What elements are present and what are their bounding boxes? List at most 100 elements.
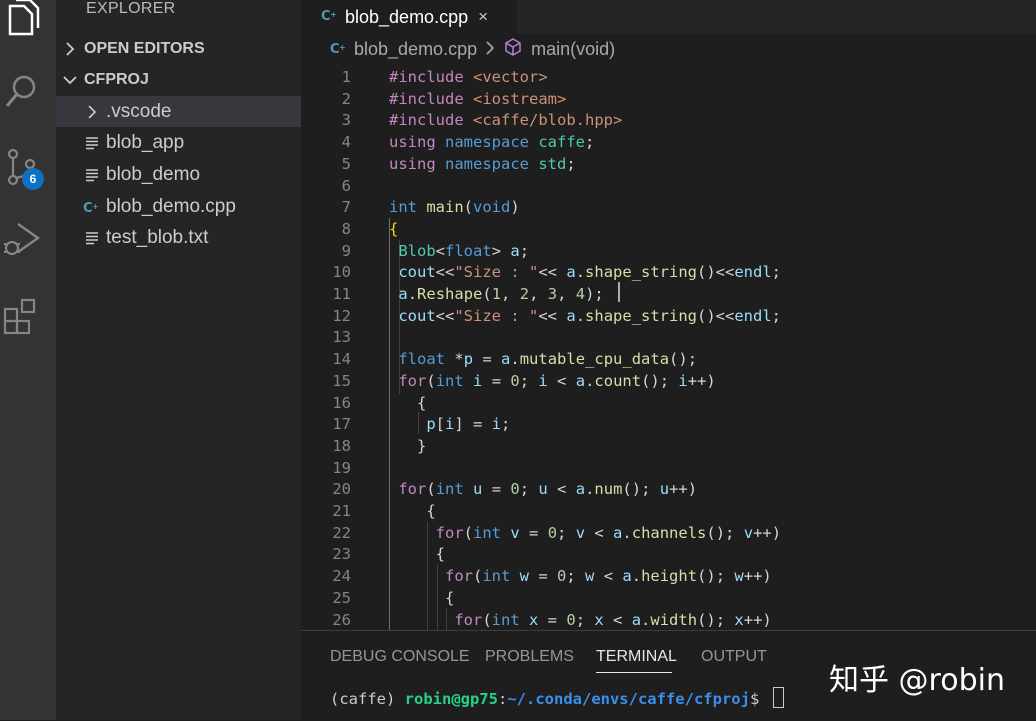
code-line[interactable]: 12 cout<<"Size : "<< a.shape_string()<<e…	[301, 305, 1036, 327]
tree-item-vscode[interactable]: .vscode	[56, 96, 301, 127]
code-line[interactable]: 20 for(int u = 0; u < a.num(); u++)	[301, 478, 1036, 500]
files-icon[interactable]	[0, 0, 44, 44]
code-line[interactable]: 9 Blob<float> a;	[301, 240, 1036, 262]
code-token: 0	[557, 567, 567, 586]
breadcrumb-symbol[interactable]: main(void)	[531, 39, 615, 60]
code-token: .	[575, 263, 586, 282]
code-token: v	[743, 523, 754, 542]
line-code: #include <vector>	[389, 66, 548, 88]
code-line[interactable]: 10 cout<<"Size : "<< a.shape_string()<<e…	[301, 261, 1036, 283]
line-code: using namespace caffe;	[389, 131, 594, 153]
code-line[interactable]: 22 for(int v = 0; v < a.channels(); v++)	[301, 522, 1036, 544]
code-line[interactable]: 4 using namespace caffe;	[301, 131, 1036, 153]
open-editors-section[interactable]: OPEN EDITORS	[56, 35, 301, 63]
code-line[interactable]: 18 }	[301, 435, 1036, 457]
code-token: for	[454, 610, 483, 629]
activity-bar: 6	[0, 0, 56, 720]
terminal-env: (caffe)	[330, 690, 405, 708]
terminal-user-host: robin@gp75	[404, 690, 498, 708]
tab-terminal[interactable]: TERMINAL	[596, 648, 677, 666]
code-token: u	[473, 480, 483, 499]
line-number: 2	[341, 89, 351, 108]
code-token: x	[734, 610, 744, 629]
code-line[interactable]: 6	[301, 175, 1036, 197]
code-line[interactable]: 16 {	[301, 392, 1036, 414]
chevron-right-icon	[56, 42, 84, 56]
explorer-title: EXPLORER	[86, 0, 176, 17]
code-line[interactable]: 13	[301, 326, 1036, 348]
search-icon[interactable]	[0, 70, 44, 114]
tree-item-blob-demo[interactable]: blob_demo	[56, 159, 301, 190]
tab-blob-demo-cpp[interactable]: C + blob_demo.cpp ×	[301, 0, 517, 34]
tab-output[interactable]: OUTPUT	[701, 648, 767, 666]
code-token: ;	[566, 154, 576, 173]
code-token: =	[538, 610, 567, 629]
code-token: std	[538, 154, 567, 173]
code-line[interactable]: 17 p[i] = i;	[301, 413, 1036, 435]
line-code: {	[389, 392, 426, 414]
code-token: a	[566, 306, 576, 325]
code-token: ++)	[687, 371, 716, 390]
code-token: =	[529, 567, 558, 586]
code-token: {	[389, 545, 445, 564]
code-token: float	[445, 241, 492, 260]
close-icon[interactable]: ×	[478, 7, 488, 27]
extensions-icon[interactable]	[0, 296, 44, 340]
watermark: 知乎 @robin	[829, 663, 1005, 698]
code-line[interactable]: 5 using namespace std;	[301, 153, 1036, 175]
project-section[interactable]: CFPROJ	[56, 66, 301, 94]
code-token: .	[622, 523, 632, 542]
code-line[interactable]: 26 for(int x = 0; x < a.width(); x++)	[301, 609, 1036, 631]
code-token: ();	[706, 523, 744, 542]
code-line[interactable]: 3 #include <caffe/blob.hpp>	[301, 109, 1036, 131]
code-token: =	[473, 350, 502, 369]
tab-bar: C + blob_demo.cpp ×	[301, 0, 1036, 34]
code-line[interactable]: 19	[301, 457, 1036, 479]
line-number: 9	[341, 241, 351, 260]
code-line[interactable]: 21 {	[301, 500, 1036, 522]
line-code: #include <caffe/blob.hpp>	[389, 109, 622, 131]
code-line[interactable]: 2 #include <iostream>	[301, 88, 1036, 110]
breadcrumb-file[interactable]: blob_demo.cpp	[354, 39, 477, 60]
line-number: 26	[332, 610, 351, 629]
code-token: ++)	[669, 480, 698, 499]
code-editor[interactable]: 1 #include <vector> 2 #include <iostream> 3 #…	[301, 64, 1036, 630]
code-token: namespace	[445, 154, 539, 173]
code-token: a	[510, 241, 520, 260]
tree-item-blob-demo-cpp[interactable]: C + blob_demo.cpp	[56, 191, 301, 222]
code-token: Reshape	[417, 285, 483, 303]
code-token: int	[435, 371, 474, 390]
code-token: i	[491, 415, 502, 434]
tab-debug-console[interactable]: DEBUG CONSOLE	[330, 648, 470, 666]
code-token: i	[678, 371, 688, 390]
code-token: a	[631, 610, 642, 629]
code-token: <<	[435, 306, 455, 325]
run-debug-icon[interactable]	[0, 218, 44, 262]
code-token: for	[445, 567, 473, 586]
code-token: i	[473, 371, 483, 390]
code-line[interactable]: 7 int main(void)	[301, 196, 1036, 218]
code-line[interactable]: 11 a.Reshape(1, 2, 3, 4);	[301, 283, 1036, 305]
tree-item-blob-app[interactable]: blob_app	[56, 127, 301, 158]
code-token: x	[594, 610, 604, 629]
line-number: 25	[332, 588, 351, 607]
tab-problems[interactable]: PROBLEMS	[485, 648, 574, 666]
code-line[interactable]: 24 for(int w = 0; w < a.height(); w++)	[301, 565, 1036, 587]
line-code: cout<<"Size : "<< a.shape_string()<<endl…	[389, 261, 781, 283]
code-line[interactable]: 25 {	[301, 587, 1036, 609]
line-code: for(int i = 0; i < a.count(); i++)	[389, 370, 716, 392]
code-line[interactable]: 1 #include <vector>	[301, 66, 1036, 88]
terminal-prompt[interactable]: (caffe) robin@gp75:~/.conda/envs/caffe/c…	[330, 687, 784, 708]
code-line[interactable]: 14 float *p = a.mutable_cpu_data();	[301, 348, 1036, 370]
code-token: .	[575, 306, 586, 325]
tree-item-test-blob-txt[interactable]: test_blob.txt	[56, 222, 301, 253]
code-token: int	[491, 610, 529, 629]
code-line[interactable]: 8{	[301, 218, 1036, 240]
code-token: 4	[575, 285, 586, 303]
line-number: 22	[332, 523, 351, 542]
chevron-right-icon	[82, 104, 102, 119]
project-label: CFPROJ	[84, 71, 149, 88]
code-line[interactable]: 15 for(int i = 0; i < a.count(); i++)	[301, 370, 1036, 392]
code-line[interactable]: 23 {	[301, 543, 1036, 565]
